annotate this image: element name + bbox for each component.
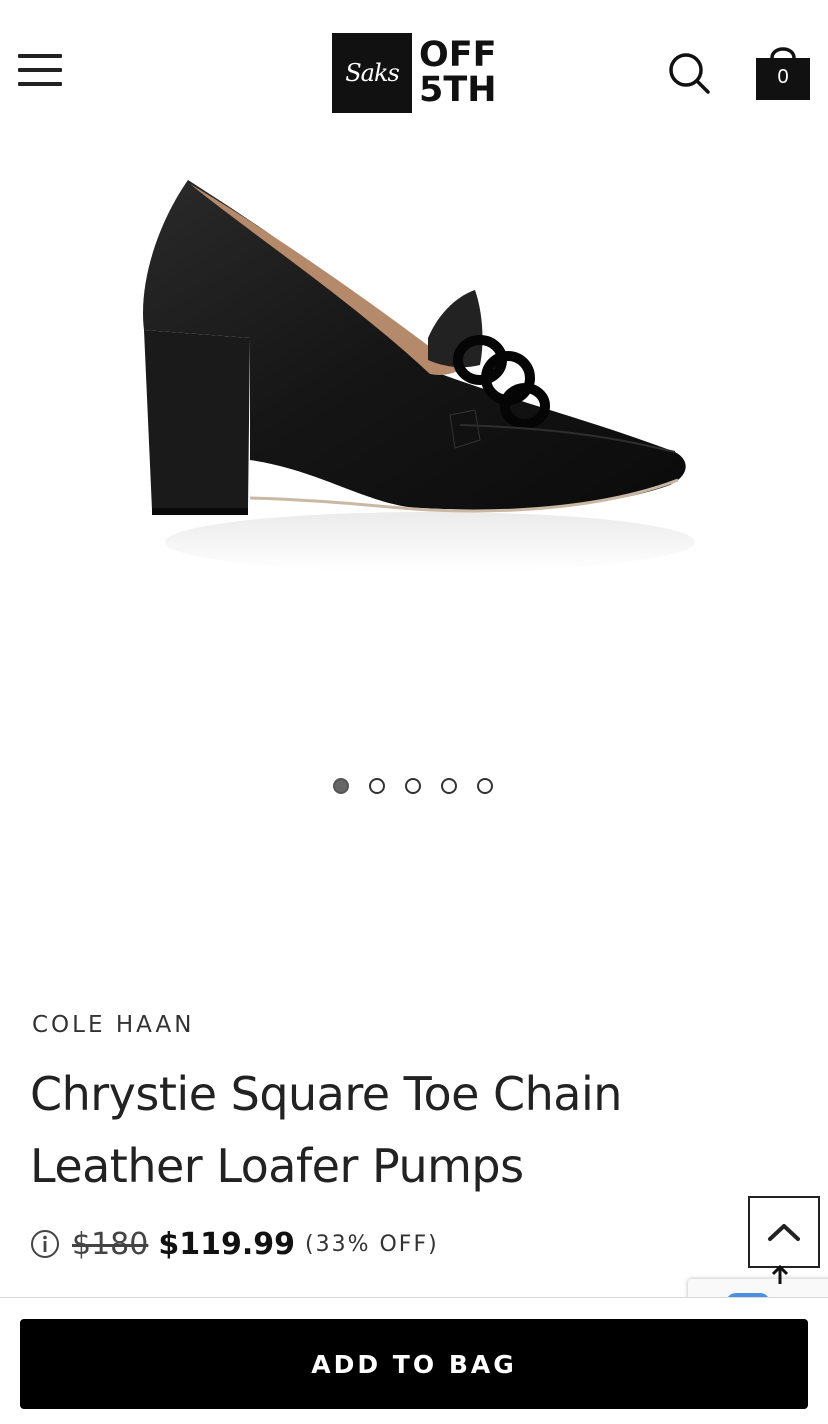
bag-count: 0 xyxy=(777,66,789,88)
sticky-bottom-bar: ADD TO BAG xyxy=(0,1297,828,1424)
carousel-dot[interactable] xyxy=(405,778,421,794)
logo-script-text: Saks xyxy=(345,59,400,87)
original-price: $180 xyxy=(72,1226,149,1262)
back-to-top-button[interactable] xyxy=(748,1196,820,1268)
logo-wordmark: OFF 5TH xyxy=(419,38,497,108)
carousel-dot[interactable] xyxy=(369,778,385,794)
carousel-dot[interactable] xyxy=(333,778,349,794)
product-brand[interactable]: COLE HAAN xyxy=(32,1012,194,1038)
chevron-up-icon xyxy=(768,1224,800,1241)
discount-label: (33% OFF) xyxy=(305,1231,439,1257)
info-icon[interactable] xyxy=(30,1229,60,1259)
logo-line-1: OFF xyxy=(419,35,497,75)
search-icon[interactable] xyxy=(666,50,712,96)
add-to-bag-button[interactable]: ADD TO BAG xyxy=(20,1319,808,1409)
arrow-up-icon xyxy=(771,1264,789,1284)
logo-mark: Saks xyxy=(332,33,412,113)
saks-off-5th-logo[interactable]: Saks OFF 5TH xyxy=(332,33,497,113)
carousel-dot[interactable] xyxy=(477,778,493,794)
menu-icon[interactable] xyxy=(18,52,62,90)
price-row: $180 $119.99 (33% OFF) xyxy=(30,1224,439,1264)
site-header: Saks OFF 5TH 0 xyxy=(0,0,828,140)
sale-price: $119.99 xyxy=(158,1226,295,1262)
carousel-dot[interactable] xyxy=(441,778,457,794)
image-carousel-dots xyxy=(333,778,493,794)
product-image[interactable] xyxy=(130,170,700,590)
logo-line-2: 5TH xyxy=(419,70,497,110)
bag-icon[interactable]: 0 xyxy=(754,42,812,102)
product-title: Chrystie Square Toe Chain Leather Loafer… xyxy=(30,1067,622,1193)
